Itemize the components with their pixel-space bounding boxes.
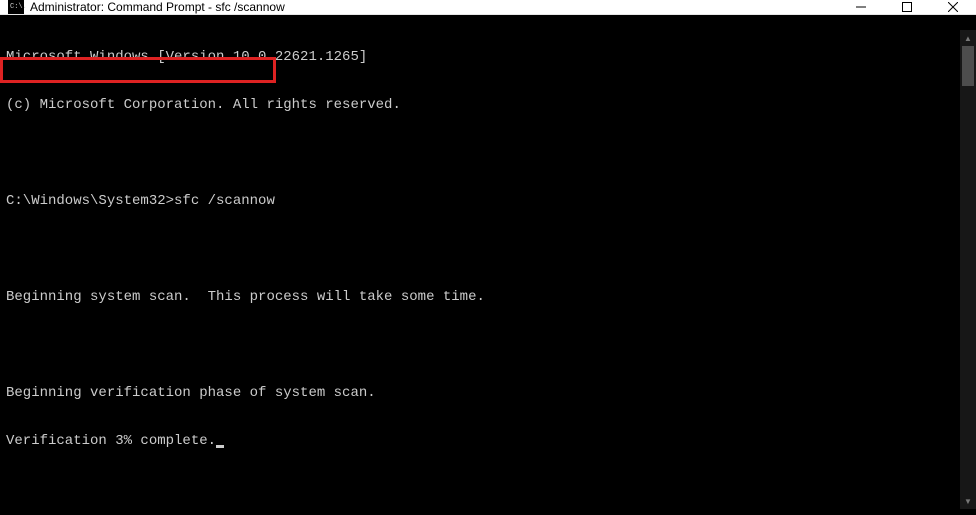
output-line: Microsoft Windows [Version 10.0.22621.12… [6, 49, 970, 65]
vertical-scrollbar[interactable]: ▲ ▼ [960, 30, 976, 509]
text-cursor [216, 445, 224, 448]
scrollbar-thumb[interactable] [962, 46, 974, 86]
output-line: Beginning system scan. This process will… [6, 289, 970, 305]
output-line: Verification 3% complete. [6, 433, 970, 449]
prompt-line: C:\Windows\System32>sfc /scannow [6, 193, 970, 209]
output-line: Beginning verification phase of system s… [6, 385, 970, 401]
cmd-icon: C:\. [8, 0, 24, 14]
terminal-area[interactable]: Microsoft Windows [Version 10.0.22621.12… [0, 15, 976, 515]
blank-line [6, 337, 970, 353]
close-icon [948, 2, 958, 12]
blank-line [6, 241, 970, 257]
maximize-button[interactable] [884, 0, 930, 14]
minimize-icon [856, 2, 866, 12]
titlebar[interactable]: C:\. Administrator: Command Prompt - sfc… [0, 0, 976, 15]
cmd-icon-text: C:\. [10, 4, 27, 11]
scrollbar-track[interactable] [960, 46, 976, 493]
close-button[interactable] [930, 0, 976, 14]
maximize-icon [902, 2, 912, 12]
output-line: (c) Microsoft Corporation. All rights re… [6, 97, 970, 113]
minimize-button[interactable] [838, 0, 884, 14]
window-controls [838, 0, 976, 14]
progress-text: Verification 3% complete. [6, 433, 216, 449]
window-title: Administrator: Command Prompt - sfc /sca… [30, 0, 838, 14]
blank-line [6, 145, 970, 161]
scroll-up-arrow-icon[interactable]: ▲ [960, 30, 976, 46]
scroll-down-arrow-icon[interactable]: ▼ [960, 493, 976, 509]
command-prompt-window: C:\. Administrator: Command Prompt - sfc… [0, 0, 976, 509]
